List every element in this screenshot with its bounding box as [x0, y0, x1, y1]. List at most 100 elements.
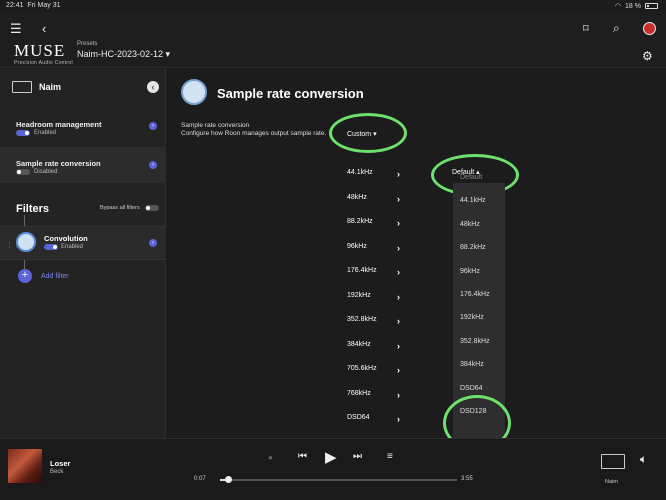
chevron-right-icon[interactable]: › — [397, 267, 400, 277]
dropdown-option[interactable]: 96kHz — [460, 268, 480, 275]
progress-bar[interactable] — [220, 479, 457, 481]
muse-logo: MUSE Precision Audio Control — [14, 41, 73, 66]
sidebar-item-sample-rate[interactable]: Sample rate conversion Disabled › — [0, 147, 166, 183]
sidebar: Naim ‹ Headroom management Enabled › Sam… — [0, 69, 166, 438]
rate-row[interactable]: 96kHz › — [347, 243, 407, 267]
search-icon[interactable]: ⌕ — [613, 21, 620, 35]
sample-rate-icon — [181, 79, 207, 105]
rate-label: 768kHz — [347, 389, 371, 397]
rate-label: 44.1kHz — [347, 169, 373, 176]
chevron-right-icon[interactable]: › — [397, 243, 400, 253]
rate-row[interactable]: DSD64 › — [347, 414, 407, 438]
profile-avatar-icon[interactable] — [643, 22, 656, 35]
rate-label: DSD64 — [347, 414, 370, 421]
dropdown-option[interactable]: 384kHz — [460, 361, 484, 368]
convolution-icon — [16, 232, 36, 252]
sidebar-item-headroom[interactable]: Headroom management Enabled › — [0, 109, 166, 147]
convolution-toggle[interactable] — [44, 244, 58, 250]
chevron-right-icon[interactable]: › — [397, 292, 400, 302]
annotation-circle — [329, 113, 407, 153]
radio-icon[interactable]: ● — [268, 453, 273, 462]
add-filter-button[interactable]: Add filter — [41, 273, 69, 280]
battery-icon — [645, 3, 658, 9]
chevron-right-icon[interactable]: › — [397, 316, 400, 326]
headroom-toggle[interactable] — [16, 130, 30, 136]
status-bar: 22:41 Fri May 31 ◠ 18 % — [0, 0, 666, 12]
rate-row[interactable]: 48kHz › — [347, 194, 407, 218]
presets-selector[interactable]: Presets Naim-HC-2023-02-12 ▾ — [77, 41, 170, 60]
chevron-right-icon[interactable]: › — [149, 122, 157, 130]
chevron-right-icon[interactable]: › — [397, 341, 400, 351]
volume-icon[interactable]: 🔈︎ — [640, 452, 647, 467]
dropdown-option[interactable]: 192kHz — [460, 314, 484, 321]
convolution-state: Enabled — [61, 244, 84, 250]
track-title[interactable]: Loser — [50, 459, 70, 468]
top-bar: ☰ ‹ MUSE Precision Audio Control Presets… — [0, 12, 666, 68]
device-header: Naim — [12, 81, 61, 93]
chevron-right-icon[interactable]: › — [397, 390, 400, 400]
dropdown-option[interactable]: DSD64 — [460, 385, 483, 392]
preset-value[interactable]: Naim-HC-2023-02-12 ▾ — [77, 49, 170, 60]
chevron-right-icon[interactable]: › — [397, 414, 400, 424]
src-state: Disabled — [34, 169, 58, 175]
bypass-toggle[interactable] — [145, 205, 159, 211]
status-time: 22:41 Fri May 31 — [6, 2, 61, 9]
wifi-icon: ◠ — [614, 3, 622, 10]
rate-row[interactable]: 176.4kHz › — [347, 267, 407, 291]
chevron-right-icon[interactable]: › — [397, 169, 400, 179]
filters-title: Filters — [16, 203, 50, 215]
progress-knob[interactable] — [225, 476, 232, 483]
brand-subtitle: Precision Audio Control — [14, 60, 73, 66]
src-toggle[interactable] — [16, 169, 30, 175]
track-artist[interactable]: Beck — [50, 469, 63, 475]
filter-row-convolution[interactable]: ⋮⋮ Convolution Enabled › — [0, 226, 166, 260]
dropdown-option[interactable]: 48kHz — [460, 221, 480, 228]
brand-name: MUSE — [14, 41, 66, 60]
rate-row[interactable]: 352.8kHz › — [347, 316, 407, 340]
now-playing-bar: Loser Beck ● ⏮ ▶ ⏭ ≡ 0:07 3:55 Naim 🔈︎ — [0, 438, 666, 500]
convolution-title: Convolution — [44, 234, 88, 243]
presets-label: Presets — [77, 41, 98, 47]
dropdown-option[interactable]: 352.8kHz — [460, 338, 490, 345]
album-art[interactable] — [8, 449, 42, 483]
next-icon[interactable]: ⏭ — [353, 451, 362, 462]
rate-row[interactable]: 192kHz › — [347, 292, 407, 316]
chevron-right-icon[interactable]: › — [397, 194, 400, 204]
status-right: ◠ 18 % — [615, 2, 658, 10]
device-name: Naim — [39, 82, 62, 92]
rate-row[interactable]: 88.2kHz › — [347, 218, 407, 242]
previous-icon[interactable]: ⏮ — [298, 451, 307, 462]
elapsed-time: 0:07 — [194, 476, 206, 482]
rate-label: 48kHz — [347, 193, 367, 201]
rate-row[interactable]: 384kHz › — [347, 341, 407, 365]
hamburger-icon[interactable]: ☰ — [10, 22, 22, 36]
back-arrow-icon[interactable]: ‹ — [42, 22, 46, 36]
rate-label: 352.8kHz — [347, 316, 377, 323]
queue-icon[interactable]: ≡ — [387, 451, 393, 462]
dropdown-option[interactable]: 176.4kHz — [460, 291, 490, 298]
rate-label: 192kHz — [347, 291, 371, 299]
zone-name[interactable]: Naim — [605, 479, 618, 485]
chevron-right-icon[interactable]: › — [397, 218, 400, 228]
page-title: Sample rate conversion — [217, 86, 364, 101]
play-icon[interactable]: ▶ — [325, 448, 337, 466]
dropdown-option[interactable]: Default — [460, 174, 482, 181]
headroom-title: Headroom management — [16, 120, 102, 129]
dropdown-option[interactable]: 44.1kHz — [460, 197, 486, 204]
amplifier-icon[interactable] — [601, 454, 625, 469]
chevron-right-icon[interactable]: › — [149, 239, 157, 247]
bookmark-icon[interactable]: ⌑ — [583, 22, 589, 36]
collapse-sidebar-icon[interactable]: ‹ — [147, 81, 159, 93]
add-filter-icon[interactable]: + — [18, 269, 32, 283]
rate-row[interactable]: 768kHz › — [347, 390, 407, 414]
rate-label: 176.4kHz — [347, 267, 377, 274]
dropdown-option[interactable]: 88.2kHz — [460, 244, 486, 251]
rate-row[interactable]: 44.1kHz › — [347, 169, 407, 193]
rate-row[interactable]: 705.6kHz › — [347, 365, 407, 389]
bypass-all-filters[interactable]: Bypass all filters — [100, 205, 159, 211]
rate-label: 705.6kHz — [347, 365, 377, 372]
battery-percent: 18 % — [625, 2, 641, 10]
gear-icon[interactable]: ⚙ — [642, 49, 653, 63]
chevron-right-icon[interactable]: › — [149, 161, 157, 169]
chevron-right-icon[interactable]: › — [397, 365, 400, 375]
